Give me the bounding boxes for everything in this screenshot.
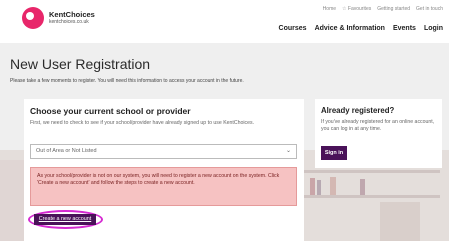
kentchoices-logo[interactable]: KentChoices kentchoices.co.uk [22, 7, 95, 29]
school-card-description: First, we need to check to see if your s… [30, 120, 255, 126]
main-nav: Courses Advice & Information Events Logi… [279, 25, 443, 32]
util-link-getting-started[interactable]: Getting started [377, 6, 410, 12]
sign-in-button[interactable]: Sign in [321, 146, 347, 160]
registered-card-heading: Already registered? [321, 106, 395, 115]
util-link-favourites[interactable]: ☆ Favourites [342, 6, 371, 12]
create-account-button[interactable]: Create a new account [34, 214, 96, 225]
already-registered-card: Already registered? If you've already re… [315, 99, 442, 168]
registered-card-description: If you've already registered for an onli… [321, 119, 435, 133]
page-title: New User Registration [10, 56, 151, 72]
logo-subtitle: kentchoices.co.uk [49, 18, 89, 25]
school-provider-select[interactable]: Out of Area or Not Listed ⌄ [30, 144, 297, 159]
nav-advice-information[interactable]: Advice & Information [315, 25, 385, 32]
site-header: KentChoices kentchoices.co.uk Home ☆ Fav… [0, 0, 449, 43]
not-listed-alert: As your school/provider is not on our sy… [30, 167, 297, 206]
util-link-home[interactable]: Home [323, 6, 336, 12]
nav-events[interactable]: Events [393, 25, 416, 32]
school-provider-card: Choose your current school or provider F… [24, 99, 304, 241]
nav-login[interactable]: Login [424, 25, 443, 32]
chevron-down-icon: ⌄ [285, 148, 291, 154]
select-value: Out of Area or Not Listed [36, 148, 97, 154]
util-link-get-in-touch[interactable]: Get in touch [416, 6, 443, 12]
nav-courses[interactable]: Courses [279, 25, 307, 32]
logo-mark-icon [22, 7, 44, 29]
school-card-heading: Choose your current school or provider [30, 106, 191, 116]
logo-title: KentChoices [49, 10, 95, 20]
utility-nav: Home ☆ Favourites Getting started Get in… [323, 6, 443, 12]
page-intro: Please take a few moments to register. Y… [10, 78, 244, 84]
logo-text: KentChoices kentchoices.co.uk [49, 11, 95, 25]
